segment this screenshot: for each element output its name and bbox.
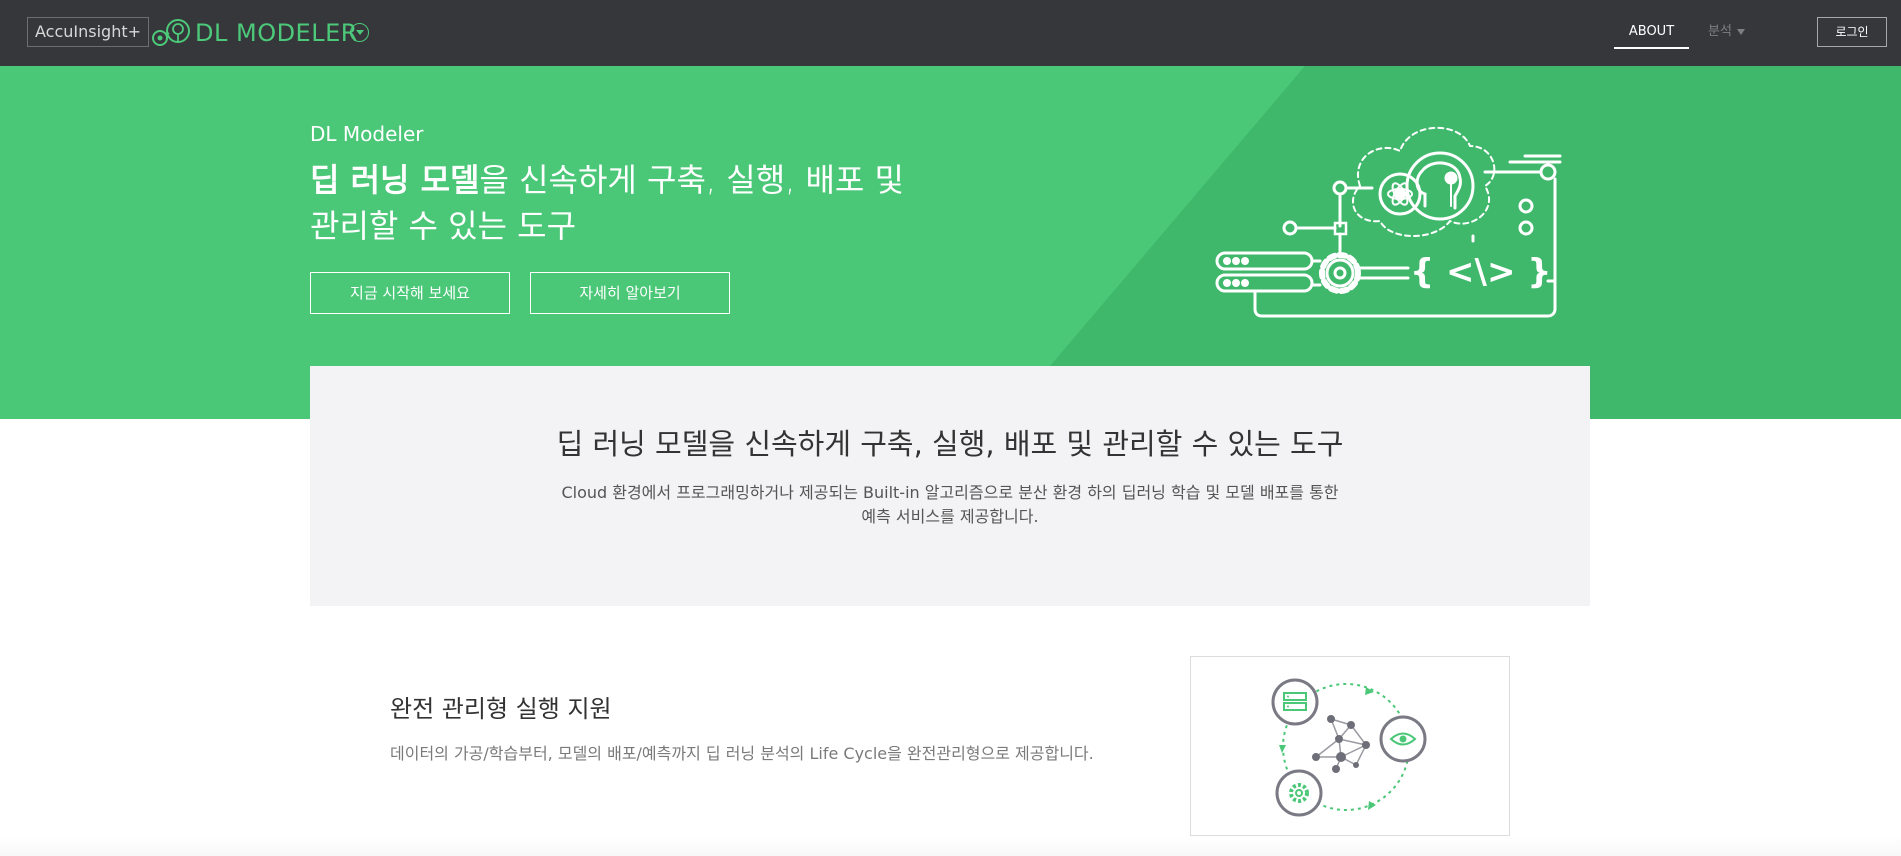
bottom-fade <box>0 836 1901 856</box>
eye-icon <box>1379 715 1427 763</box>
dropdown-chevron-icon[interactable] <box>350 23 369 42</box>
svg-text:{ <\> }: { <\> } <box>1410 252 1551 292</box>
intro-heading: 딥 러닝 모델을 신속하게 구축, 실행, 배포 및 관리할 수 있는 도구 <box>556 427 1344 461</box>
nav-about[interactable]: ABOUT <box>1614 18 1689 49</box>
feature-description: 데이터의 가공/학습부터, 모델의 배포/예측까지 딥 러닝 분석의 Life … <box>390 744 1094 763</box>
learn-more-button[interactable]: 자세히 알아보기 <box>530 272 730 314</box>
dl-pipeline-illustration: { <\> } <box>1215 126 1562 318</box>
nav-analysis-label: 분석 <box>1708 24 1732 39</box>
intro-description: Cloud 환경에서 프로그래밍하거나 제공되는 Built-in 알고리즘으로… <box>561 483 1339 526</box>
hero-title: 딥 러닝 모델을 신속하게 구축, 실행, 배포 및 관리할 수 있는 도구 <box>310 157 910 249</box>
intro-panel: 딥 러닝 모델을 신속하게 구축, 실행, 배포 및 관리할 수 있는 도구 C… <box>310 366 1590 606</box>
gear-icon <box>1275 769 1323 817</box>
top-navbar: AccuInsight+ DL MODELER ABOUT 분석 로그인 <box>0 0 1901 66</box>
hero-subtitle: DL Modeler <box>310 122 424 146</box>
dl-modeler-brand[interactable]: DL MODELER <box>195 17 358 49</box>
caret-down-icon <box>1736 28 1745 35</box>
brain-network-icon <box>152 19 190 46</box>
server-icon <box>1271 678 1319 726</box>
login-button[interactable]: 로그인 <box>1817 17 1887 47</box>
accuinsight-logo[interactable]: AccuInsight+ <box>27 17 150 47</box>
feature-title: 완전 관리형 실행 지원 <box>390 695 612 723</box>
feature-lifecycle-card <box>1190 656 1510 836</box>
network-graph-icon <box>1271 678 1427 817</box>
nav-analysis[interactable]: 분석 <box>1708 18 1745 46</box>
hero-title-bold: 딥 러닝 모델 <box>310 161 480 199</box>
start-now-button[interactable]: 지금 시작해 보세요 <box>310 272 510 314</box>
